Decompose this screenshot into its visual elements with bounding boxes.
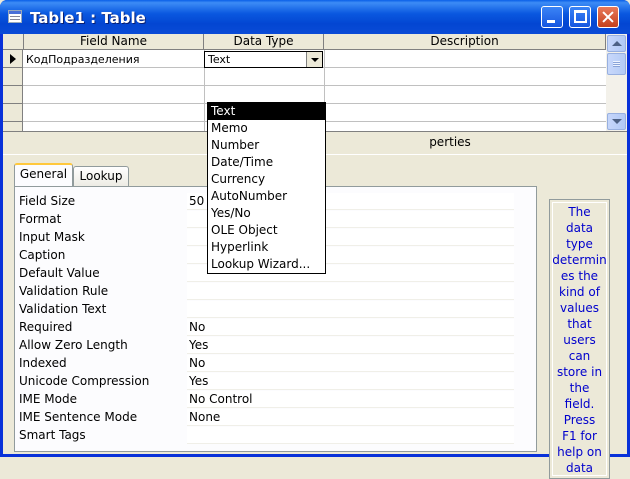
data-type-dropdown-list[interactable]: Text Memo Number Date/Time Currency AutoNumbe… [207, 102, 326, 274]
property-row[interactable]: Unicode Compression Yes [19, 373, 530, 391]
property-label: IME Sentence Mode [19, 410, 138, 424]
help-text-line: that [567, 317, 592, 331]
tab-lookup[interactable]: Lookup [73, 166, 129, 187]
table-design-window: Table1 : Table Field Name Data Type Desc… [0, 0, 630, 479]
row-selector[interactable] [3, 86, 23, 104]
data-type-option[interactable]: Date/Time [208, 154, 325, 171]
help-text-line: F1 for [562, 429, 597, 443]
property-row[interactable]: Validation Rule [19, 283, 530, 301]
property-value[interactable]: No Control [187, 391, 514, 408]
property-value[interactable] [187, 301, 514, 318]
field-properties-caption-text: perties [429, 135, 471, 149]
field-name-cell[interactable]: КодПодразделения [26, 53, 139, 66]
property-row[interactable]: Validation Text [19, 301, 530, 319]
help-text-line: Press [563, 413, 596, 427]
property-label: Unicode Compression [19, 374, 150, 388]
property-label: Format [19, 212, 62, 226]
help-text-line: data [565, 221, 594, 235]
table-icon[interactable] [8, 10, 22, 23]
scroll-down-icon[interactable] [607, 113, 626, 130]
data-type-option[interactable]: OLE Object [208, 222, 325, 239]
data-type-option[interactable]: Yes/No [208, 205, 325, 222]
property-label: Caption [19, 248, 66, 262]
help-text-line: data [565, 461, 594, 475]
data-type-option[interactable]: Number [208, 137, 325, 154]
property-label: Allow Zero Length [19, 338, 128, 352]
property-value[interactable]: None [187, 409, 514, 426]
property-value[interactable] [187, 283, 514, 300]
property-row[interactable]: Allow Zero Length Yes [19, 337, 530, 355]
row-selector-header[interactable] [3, 34, 24, 50]
property-label: Default Value [19, 266, 100, 280]
help-text-line: type [566, 237, 593, 251]
property-value[interactable]: Yes [187, 373, 514, 390]
help-text-box: The data type determin es the kind of values th… [549, 199, 610, 479]
help-text-line: help on [557, 445, 602, 459]
property-label: Smart Tags [19, 428, 86, 442]
property-row[interactable]: IME Sentence Mode None [19, 409, 530, 427]
property-label: IME Mode [19, 392, 77, 406]
row-selector[interactable] [3, 122, 23, 131]
close-button[interactable] [597, 6, 619, 28]
property-label: Validation Text [19, 302, 107, 316]
chevron-down-icon[interactable] [306, 52, 322, 67]
scroll-thumb[interactable] [607, 53, 626, 75]
help-text-line: users [563, 333, 596, 347]
maximize-button[interactable] [569, 6, 591, 28]
help-text-line: store in [556, 365, 603, 379]
help-text-line: determin [552, 253, 607, 267]
help-text-line: can [568, 349, 591, 363]
data-type-option[interactable]: Hyperlink [208, 239, 325, 256]
help-text-line: The [568, 205, 591, 219]
data-type-value: Text [208, 53, 231, 66]
row-selector[interactable] [3, 104, 23, 122]
help-text-line: values [559, 301, 600, 315]
property-label: Required [19, 320, 73, 334]
column-header-data-type[interactable]: Data Type [204, 34, 324, 50]
property-label: Field Size [19, 194, 76, 208]
row-selector[interactable] [3, 68, 23, 86]
table-row[interactable] [3, 68, 606, 86]
column-header-description[interactable]: Description [324, 34, 606, 50]
help-text-line: field. [564, 397, 595, 411]
property-label: Indexed [19, 356, 67, 370]
row-selector[interactable] [3, 50, 23, 68]
property-label: Input Mask [19, 230, 85, 244]
data-type-option[interactable]: AutoNumber [208, 188, 325, 205]
property-row[interactable]: Required No [19, 319, 530, 337]
data-type-option[interactable]: Currency [208, 171, 325, 188]
property-label: Validation Rule [19, 284, 109, 298]
minimize-button[interactable] [541, 6, 563, 28]
property-value[interactable] [187, 427, 514, 444]
help-text-line: es the [560, 269, 599, 283]
property-value[interactable]: Yes [187, 337, 514, 354]
window-title: Table1 : Table [30, 9, 146, 27]
client-area: Field Name Data Type Description КодПодр… [3, 34, 627, 479]
current-row-arrow-icon [10, 54, 16, 64]
property-row[interactable]: IME Mode No Control [19, 391, 530, 409]
tab-general[interactable]: General [14, 163, 73, 187]
property-row[interactable]: Indexed No [19, 355, 530, 373]
data-type-option[interactable]: Lookup Wizard... [208, 256, 325, 273]
title-bar[interactable]: Table1 : Table [0, 0, 630, 34]
data-type-combo[interactable]: Text [204, 51, 323, 68]
grid-scrollbar[interactable] [606, 34, 627, 131]
property-value[interactable]: No [187, 355, 514, 372]
scroll-up-icon[interactable] [607, 35, 626, 52]
help-text-line: the [569, 381, 590, 395]
help-text-line: kind of [559, 285, 600, 299]
data-type-option[interactable]: Text [208, 103, 325, 120]
property-value[interactable]: No [187, 319, 514, 336]
column-header-field-name[interactable]: Field Name [24, 34, 204, 50]
property-row[interactable]: Smart Tags [19, 427, 530, 445]
data-type-option[interactable]: Memo [208, 120, 325, 137]
